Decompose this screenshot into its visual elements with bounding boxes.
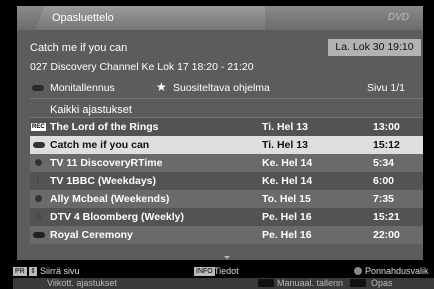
list-item[interactable]: REC The Lord of the Rings Ti. Hel 13 13:… <box>30 118 423 136</box>
scroll-down-arrow-icon[interactable] <box>224 256 230 259</box>
page-title: Opasluettelo <box>52 12 114 24</box>
item-day: To. Hel 15 <box>262 193 311 205</box>
item-time: 7:35 <box>373 193 395 205</box>
item-name: Ally Mcbeal (Weekends) <box>50 193 170 205</box>
record-bar-icon <box>30 226 48 244</box>
item-time: 6:00 <box>373 175 395 187</box>
section-title: Kaikki ajastukset <box>50 104 132 116</box>
info-label: Tiedot <box>214 266 239 276</box>
item-time: 13:00 <box>373 121 400 133</box>
divider <box>30 98 423 99</box>
circle-icon <box>30 208 48 226</box>
pr-label: Siirrä sivu <box>40 266 80 276</box>
weekly-label: Viikott. ajastukset <box>47 278 117 288</box>
item-time: 15:12 <box>373 139 400 151</box>
item-time: 5:34 <box>373 157 395 169</box>
record-bar-icon <box>30 136 48 154</box>
list-item[interactable]: ! TV 1BBC (Weekdays) Ke. Hel 14 6:00 <box>30 172 423 190</box>
circle-info-icon <box>30 154 48 172</box>
list-item[interactable]: Royal Ceremony Pe. Hel 16 22:00 <box>30 226 423 244</box>
item-day: Pe. Hel 16 <box>262 211 312 223</box>
program-title: Catch me if you can <box>30 42 128 54</box>
circle-icon <box>30 190 48 208</box>
recommended-label: Suositeltava ohjelma <box>173 82 270 94</box>
guide-key-icon <box>350 279 366 287</box>
manual-key-icon <box>258 279 274 287</box>
star-icon: ★ <box>156 80 167 94</box>
rec-icon: REC <box>31 123 46 131</box>
popup-key-icon <box>354 267 362 275</box>
item-name: The Lord of the Rings <box>50 121 159 133</box>
guide-panel: Opasluettelo DVD Catch me if you can La.… <box>17 6 423 260</box>
page-indicator: Sivu 1/1 <box>367 82 405 94</box>
footer-help-bar: PR ⇕ Siirrä sivu INFO Tiedot Ponnahdusva… <box>13 265 434 289</box>
item-day: Pe. Hel 16 <box>262 229 312 241</box>
item-day: Ke. Hel 14 <box>262 175 313 187</box>
current-datetime: La. Lok 30 19:10 <box>328 39 421 56</box>
pr-key-icon: PR <box>13 267 27 276</box>
legend-row: Monitallennus ★ Suositeltava ohjelma Siv… <box>17 79 423 97</box>
title-bar: Opasluettelo DVD <box>17 6 423 30</box>
item-name: DTV 4 Bloomberg (Weekly) <box>50 211 184 223</box>
item-day: Ti. Hel 13 <box>262 121 308 133</box>
item-day: Ke. Hel 14 <box>262 157 313 169</box>
item-name: TV 11 DiscoveryRTime <box>50 157 163 169</box>
dvd-logo: DVD <box>387 12 409 23</box>
exclamation-icon: ! <box>36 175 40 186</box>
info-key-icon: INFO <box>194 267 215 276</box>
list-item[interactable]: DTV 4 Bloomberg (Weekly) Pe. Hel 16 15:2… <box>30 208 423 226</box>
list-item[interactable]: TV 11 DiscoveryRTime Ke. Hel 14 5:34 <box>30 154 423 172</box>
manual-label: Manuaal. tallenn <box>277 278 344 288</box>
monitor-record-icon <box>32 85 44 91</box>
item-name: Royal Ceremony <box>50 229 133 241</box>
guide-label: Opas <box>371 278 393 288</box>
monitor-record-label: Monitallennus <box>50 82 115 94</box>
program-info: 027 Discovery Channel Ke Lok 17 18:20 - … <box>30 61 254 73</box>
item-name: Catch me if you can <box>50 139 150 151</box>
list-item[interactable]: Ally Mcbeal (Weekends) To. Hel 15 7:35 <box>30 190 423 208</box>
item-time: 15:21 <box>373 211 400 223</box>
up-down-arrow-icon: ⇕ <box>29 267 37 276</box>
popup-label: Ponnahdusvalik <box>365 266 429 276</box>
item-time: 22:00 <box>373 229 400 241</box>
item-name: TV 1BBC (Weekdays) <box>50 175 157 187</box>
item-day: Ti. Hel 13 <box>262 139 308 151</box>
list-item-selected[interactable]: Catch me if you can Ti. Hel 13 15:12 <box>30 136 423 154</box>
